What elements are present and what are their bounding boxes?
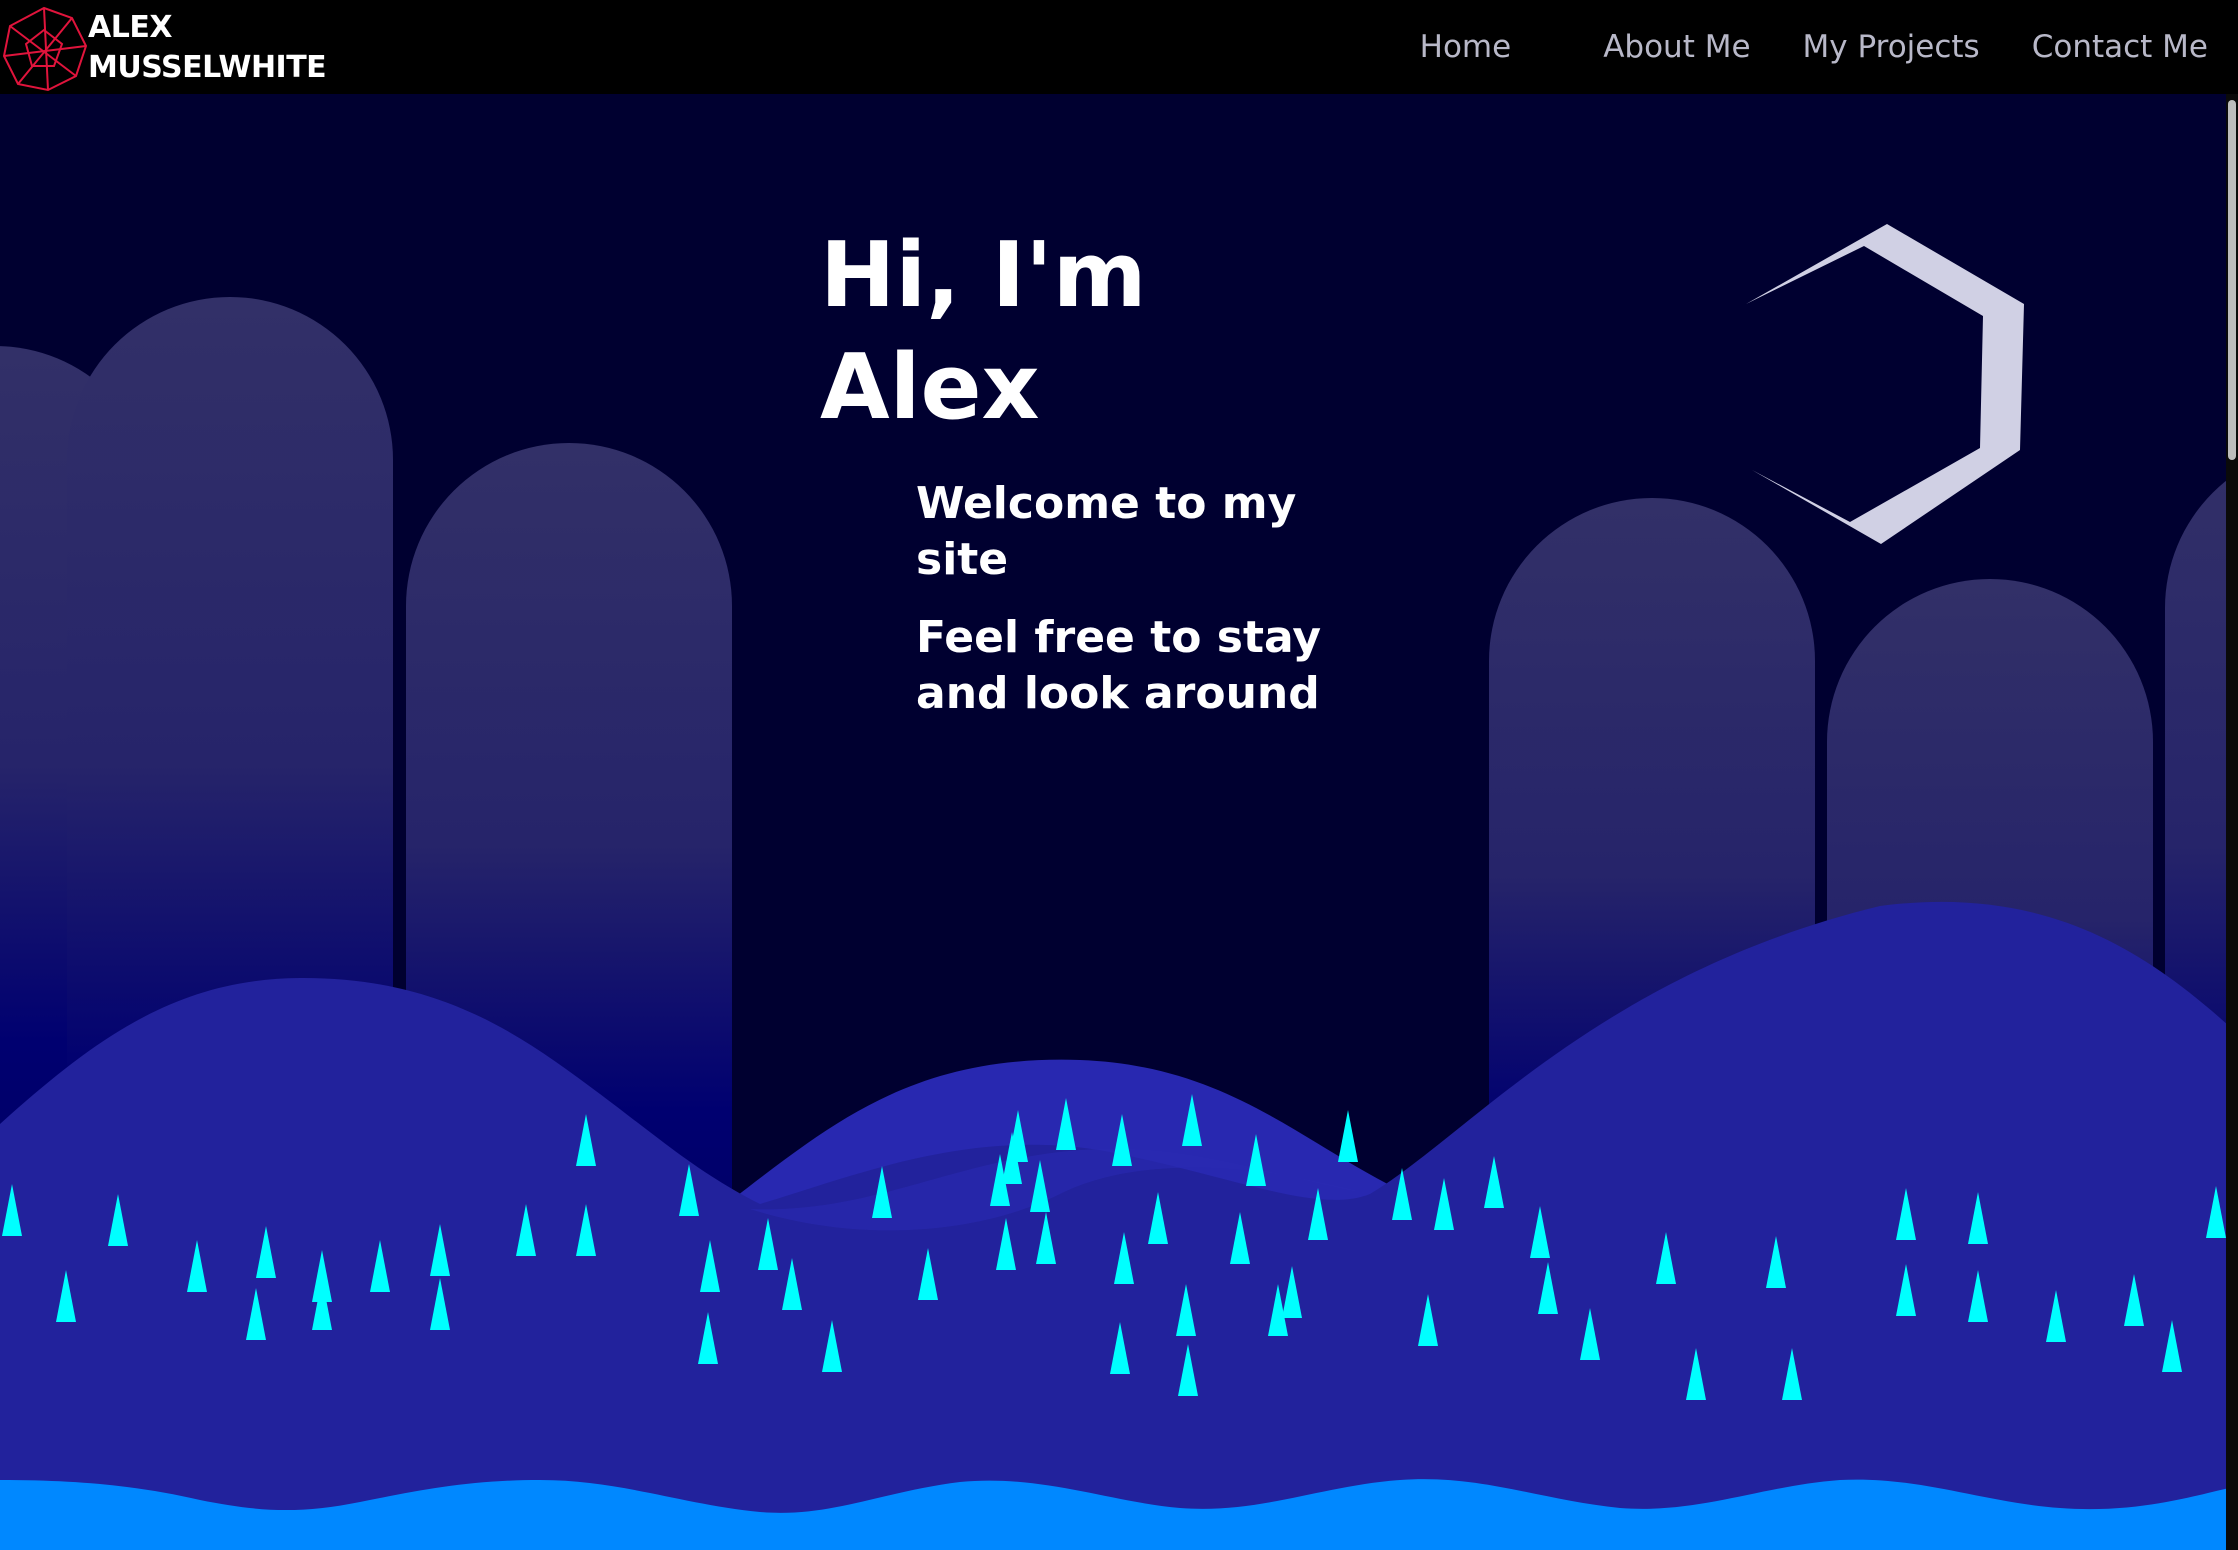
- hero-subtitle: Welcome to my site Feel free to stay and…: [916, 476, 1376, 722]
- page-scrollbar[interactable]: [2226, 94, 2238, 1550]
- hero-title-line: Hi, I'm: [820, 223, 1147, 328]
- logo-line-last: MUSSELWHITE: [88, 50, 327, 85]
- site-logo-text[interactable]: ALEX MUSSELWHITE: [88, 8, 327, 88]
- hero-title-name: Alex: [820, 335, 1040, 440]
- nav-home-link[interactable]: Home: [1420, 29, 1512, 65]
- nav-contact-link[interactable]: Contact Me: [2032, 29, 2208, 65]
- nav-projects-link[interactable]: My Projects: [1803, 29, 1980, 65]
- nav-about-link[interactable]: About Me: [1603, 29, 1750, 65]
- hero-title: Hi, I'm Alex: [820, 220, 1240, 444]
- logo-line-first: ALEX: [88, 10, 172, 45]
- hexagon-outline-icon: [1746, 224, 2024, 544]
- hero: Hi, I'm Alex Welcome to my site Feel fre…: [820, 220, 1376, 744]
- scrollbar-thumb[interactable]: [2228, 100, 2236, 460]
- navbar: ALEX MUSSELWHITE Home About Me My Projec…: [0, 0, 2238, 94]
- invite-text: Feel free to stay and look around: [916, 612, 1322, 719]
- polygon-network-icon[interactable]: [0, 4, 88, 92]
- page: ALEX MUSSELWHITE Home About Me My Projec…: [0, 0, 2238, 1550]
- nav-links: Home About Me My Projects Contact Me: [1368, 0, 2208, 94]
- welcome-text: Welcome to my site: [916, 478, 1297, 585]
